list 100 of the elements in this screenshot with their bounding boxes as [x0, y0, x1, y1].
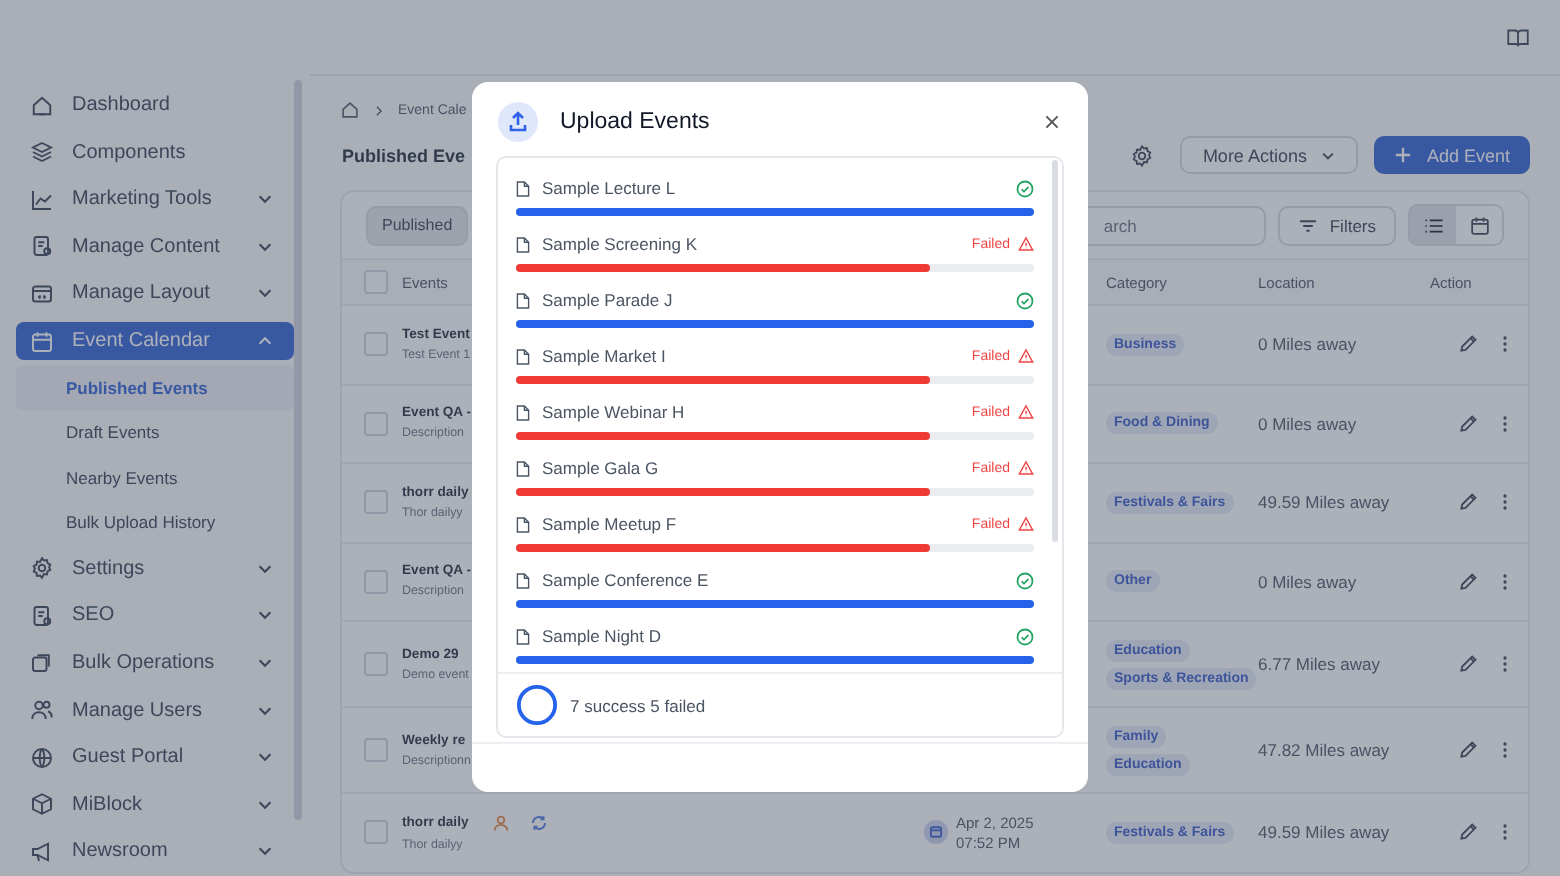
chevron-down-icon	[256, 606, 274, 625]
page-title: Published Eve	[342, 145, 466, 165]
file-name: Sample Gala G	[542, 458, 661, 478]
sidebar-item[interactable]: Guest Portal	[16, 738, 294, 777]
pencil-icon[interactable]	[1458, 571, 1478, 592]
table-cell-text: 6.77 Miles away	[1258, 654, 1382, 674]
more-icon[interactable]	[1502, 571, 1508, 592]
file-icon	[516, 235, 530, 253]
file-name: Sample Night D	[542, 626, 664, 646]
checkbox[interactable]	[364, 332, 388, 357]
warning-icon	[1018, 236, 1034, 252]
settings-icon	[30, 556, 54, 581]
chevron-right-icon	[372, 103, 386, 117]
check-circle-icon	[1016, 627, 1034, 645]
progress-ring	[516, 684, 558, 726]
file-name: Sample Market I	[542, 346, 668, 366]
chevron-down-icon	[256, 748, 274, 767]
sidebar-item[interactable]: Newsroom	[16, 832, 294, 871]
file-name: Sample Screening K	[542, 234, 699, 254]
checkbox[interactable]	[364, 490, 388, 515]
pencil-icon[interactable]	[1458, 413, 1478, 434]
chevron-down-icon	[256, 842, 274, 861]
upload-summary: 7 success 5 failed	[570, 695, 706, 715]
file-icon	[516, 571, 530, 589]
sidebar-item[interactable]: Manage Layout	[16, 274, 294, 314]
table-cell-text: 49.59 Miles away	[1258, 822, 1392, 843]
sidebar-item[interactable]: Components	[16, 133, 294, 172]
file-icon	[516, 347, 530, 365]
more-icon[interactable]	[1502, 413, 1508, 434]
document-icon	[30, 603, 54, 628]
sidebar-subitem[interactable]: Nearby Events	[16, 455, 294, 501]
tab[interactable]: Published	[366, 205, 469, 246]
checkbox[interactable]	[364, 411, 388, 436]
add-event-button[interactable]: Add Event	[1374, 136, 1530, 174]
table-cell-text: 0 Miles away	[1258, 334, 1359, 355]
file-name: Sample Conference E	[542, 570, 711, 590]
plus-icon	[1394, 146, 1413, 164]
sidebar-item[interactable]: Manage Users	[16, 690, 294, 730]
pencil-icon[interactable]	[1458, 492, 1478, 513]
chevron-down-icon	[1320, 147, 1337, 163]
sidebar-subitem[interactable]: Published Events	[16, 365, 294, 411]
warning-icon	[1018, 516, 1034, 532]
more-icon[interactable]	[1502, 334, 1508, 355]
pencil-icon[interactable]	[1458, 334, 1478, 355]
check-circle-icon	[1016, 291, 1034, 309]
filter-icon	[1297, 217, 1318, 233]
list-icon	[1423, 215, 1443, 235]
checkbox[interactable]	[364, 652, 388, 676]
checkbox[interactable]	[364, 569, 388, 594]
warning-icon	[1018, 348, 1034, 364]
more-icon[interactable]	[1502, 492, 1508, 513]
more-icon[interactable]	[1502, 654, 1508, 674]
pencil-icon[interactable]	[1458, 654, 1478, 674]
book-icon[interactable]	[1506, 25, 1530, 49]
file-icon	[516, 403, 530, 421]
sidebar-item[interactable]: Manage Content	[16, 227, 294, 266]
layout-icon	[30, 281, 54, 306]
list-view-button[interactable]	[1410, 206, 1456, 244]
chart-icon	[30, 187, 54, 212]
file-icon	[516, 627, 530, 645]
more-icon[interactable]	[1502, 822, 1508, 843]
sidebar-subitem[interactable]: Bulk Upload History	[16, 500, 294, 546]
checkbox[interactable]	[364, 270, 388, 294]
calendar-icon	[30, 329, 54, 354]
home-icon[interactable]	[340, 100, 360, 120]
pencil-icon[interactable]	[1458, 740, 1478, 760]
more-actions-button[interactable]: More Actions	[1180, 136, 1359, 174]
dialog-title: Upload Events	[560, 110, 712, 134]
sidebar-item[interactable]: Bulk Operations	[16, 643, 294, 682]
close-icon[interactable]	[1044, 114, 1060, 130]
sidebar-item[interactable]: Marketing Tools	[16, 180, 294, 219]
file-icon	[516, 179, 530, 197]
settings-icon[interactable]	[1130, 143, 1155, 167]
sidebar-subitem[interactable]: Draft Events	[16, 410, 294, 456]
warning-icon	[1018, 460, 1034, 476]
pencil-icon[interactable]	[1458, 822, 1478, 843]
checkbox[interactable]	[364, 820, 388, 845]
cube-icon	[30, 792, 54, 817]
chevron-down-icon	[256, 190, 274, 209]
table-cell-text: 0 Miles away	[1258, 413, 1359, 434]
table-cell-text: 49.59 Miles away	[1258, 492, 1392, 513]
home-icon	[30, 93, 54, 118]
filters-button[interactable]: Filters	[1277, 205, 1396, 245]
table-cell-text: 47.82 Miles away	[1258, 740, 1392, 760]
chevron-down-icon	[256, 284, 274, 303]
person-icon	[492, 813, 511, 832]
sidebar-item[interactable]: Event Calendar	[16, 322, 294, 361]
checkbox[interactable]	[364, 738, 388, 762]
sidebar-item[interactable]: SEO	[16, 596, 294, 635]
more-icon[interactable]	[1502, 740, 1508, 760]
file-icon	[516, 291, 530, 309]
sidebar-item[interactable]: MiBlock	[16, 785, 294, 824]
repeat-icon	[530, 813, 549, 832]
sidebar-item[interactable]: Settings	[16, 549, 294, 588]
calendar-icon	[1469, 215, 1489, 235]
file-icon	[516, 515, 530, 533]
globe-icon	[30, 745, 54, 770]
calendar-icon	[924, 820, 948, 845]
sidebar-item[interactable]: Dashboard	[16, 86, 294, 125]
table-cell-text: 0 Miles away	[1258, 571, 1359, 592]
